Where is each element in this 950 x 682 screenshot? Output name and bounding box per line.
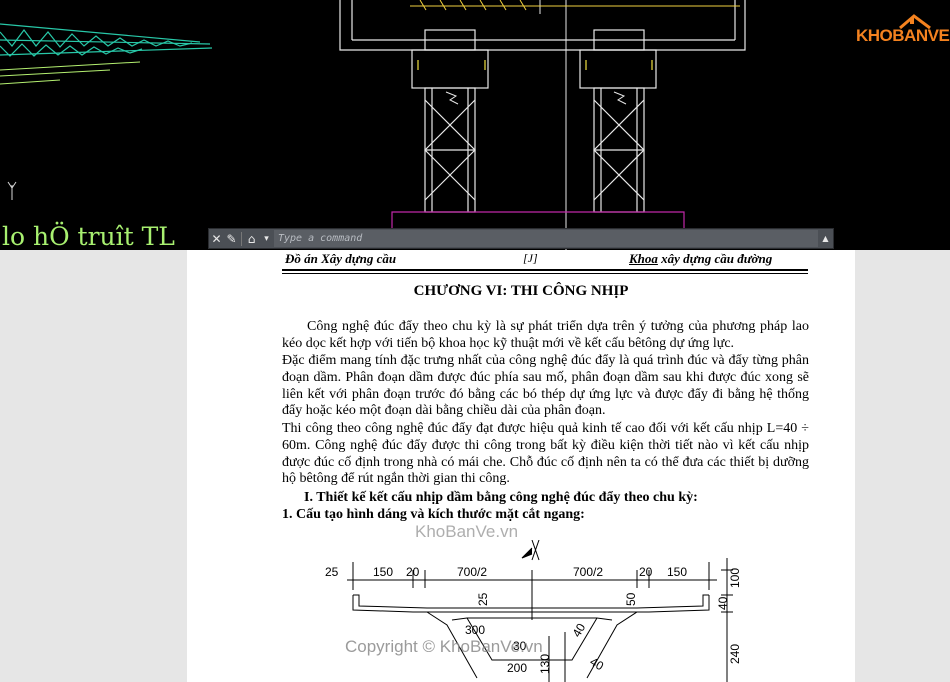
close-icon[interactable]: ✕ [209,229,224,248]
command-prompt-icon[interactable]: ⌂ [244,229,259,248]
pier-structures [339,0,746,213]
dim-label: 50 [624,592,638,606]
chapter-title: CHƯƠNG VI: THI CÔNG NHỊP [413,283,629,299]
dim-label: 300 [465,623,485,637]
watermark-copyright: Copyright © KhoBanVe.vn [345,637,543,656]
cad-drawing [0,0,746,250]
header-middle: [J] [523,251,538,265]
dim-label: 240 [728,644,742,664]
header-right-underlined: Khoa [629,251,658,266]
dim-label: 200 [507,661,527,675]
cad-viewport[interactable]: lo hÖ truît TL KHOBANVE [0,0,950,251]
header-left: Đồ án Xây dựng cầu [285,251,397,266]
watermark-top: KhoBanVe.vn [415,522,519,541]
logo-text: KHOBANVE [856,26,950,45]
dim-label: 20 [639,565,653,579]
paragraph: Đặc điểm mang tính đặc trưng nhất của cô… [282,353,809,419]
header-right: Khoa xây dựng cầu đường [601,251,772,267]
header-rule-thin [282,273,808,274]
truss-structure [0,23,213,57]
section-heading: I. Thiết kế kết cấu nhịp dầm bằng công n… [304,490,698,505]
ucs-icon [7,181,17,200]
chevron-down-icon[interactable]: ▾ [259,229,274,248]
dim-label: 40 [716,596,730,610]
document-page: Đồ án Xây dựng cầu [J] Khoa xây dựng cầu… [187,250,855,682]
header-right-rest: xây dựng cầu đường [657,251,773,266]
dim-label: 150 [667,565,687,579]
dim-label: 100 [728,568,742,588]
dim-label: 25 [325,565,339,579]
dim-label: 25 [476,592,490,606]
command-input[interactable] [274,230,818,247]
paragraph: Thi công theo công nghệ đúc đẩy đạt được… [282,421,809,487]
cross-section-drawing: 25 150 20 700/2 700/2 20 150 100 40 240 … [325,540,742,682]
khobanve-logo: KHOBANVE [852,12,950,52]
header-rule [282,269,808,271]
cad-overlay-text: lo hÖ truît TL [2,222,175,251]
dim-label: 700/2 [457,565,487,579]
wrench-icon[interactable]: ✎ [224,229,239,248]
chevron-up-icon[interactable]: ▲ [818,229,833,248]
command-line-bar: ✕ ✎ ⌂ ▾ ▲ [208,228,834,249]
dim-label: 40 [588,654,607,673]
dim-label: 20 [406,565,420,579]
dim-label: 150 [373,565,393,579]
subsection-heading: 1. Cấu tạo hình dáng và kích thước mặt c… [282,507,585,522]
dim-label: 700/2 [573,565,603,579]
paragraph: Công nghệ đúc đẩy theo chu kỳ là sự phát… [282,319,809,351]
toolbar-separator [241,231,242,246]
